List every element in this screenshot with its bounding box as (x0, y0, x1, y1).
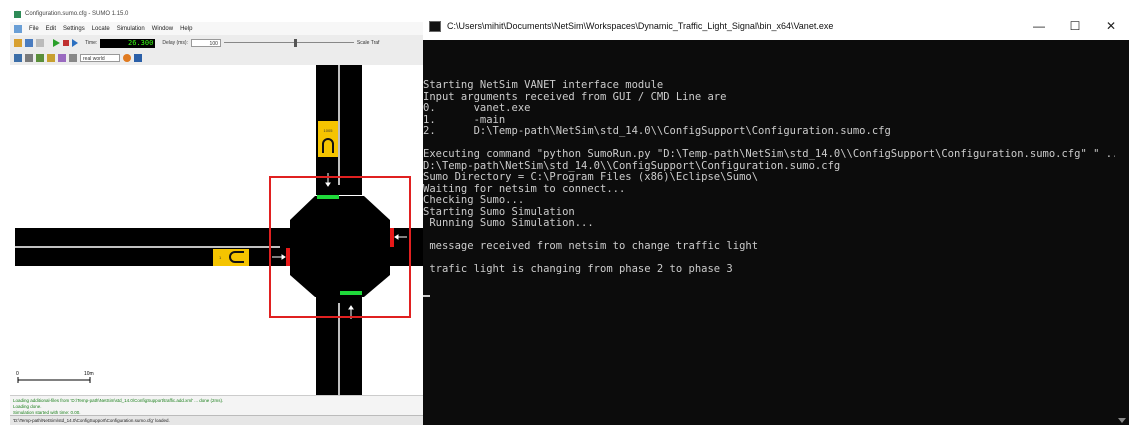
open-icon[interactable] (14, 39, 22, 47)
console-titlebar: C:\Users\mihit\Documents\NetSim\Workspac… (423, 12, 1129, 40)
settings-icon[interactable] (134, 54, 142, 62)
menu-help[interactable]: Help (180, 26, 192, 32)
console-scrollbar[interactable] (1115, 40, 1129, 425)
road-east (390, 228, 423, 266)
console-line: Starting NetSim VANET interface module (423, 79, 664, 91)
scale-bar-start: 0 (16, 371, 19, 377)
console-title: C:\Users\mihit\Documents\NetSim\Workspac… (447, 21, 834, 31)
menu-locate[interactable]: Locate (92, 26, 110, 32)
menu-window[interactable]: Window (152, 26, 173, 32)
console-line: message received from netsim to change t… (423, 240, 759, 252)
delay-slider-knob[interactable] (293, 39, 297, 47)
zoom-icon[interactable] (25, 54, 33, 62)
menu-edit[interactable]: Edit (46, 26, 56, 32)
close-button[interactable]: ✕ (1093, 12, 1129, 40)
junction[interactable] (290, 196, 390, 297)
console-line: Executing command "python SumoRun.py "D:… (423, 148, 1125, 160)
console-line: 0. vanet.exe (423, 102, 531, 114)
window-controls: — ☐ ✕ (1021, 12, 1129, 40)
locate-icon[interactable] (36, 54, 44, 62)
maximize-button[interactable]: ☐ (1057, 12, 1093, 40)
menu-simulation[interactable]: Simulation (117, 26, 145, 32)
menu-settings[interactable]: Settings (63, 26, 85, 32)
delay-slider[interactable] (223, 39, 354, 47)
edit-view-icon[interactable] (47, 54, 55, 62)
console-line: Running Sumo Simulation... (423, 217, 594, 229)
sumo-app-icon (14, 10, 21, 18)
play-icon[interactable] (53, 39, 60, 47)
cmd-icon (429, 20, 441, 32)
scroll-down-arrow-icon[interactable] (1118, 418, 1126, 423)
traffic-light-south[interactable] (340, 291, 362, 295)
minimize-button[interactable]: — (1021, 12, 1057, 40)
sumo-titlebar: Configuration.sumo.cfg - SUMO 1.15.0 (10, 6, 423, 22)
sumo-network-canvas[interactable]: 1005 1 0 10m (10, 65, 423, 395)
traffic-light-north[interactable] (317, 195, 339, 199)
reload-icon[interactable] (25, 39, 33, 47)
console-line: Checking Sumo... (423, 194, 525, 206)
screenshot-icon[interactable] (123, 54, 131, 62)
sumo-statusbar: 'D:\Temp-path\NetSim\std_14.0\ConfigSupp… (10, 415, 423, 425)
sumo-menu-icon (14, 24, 22, 33)
delay-label: Delay (ms): (162, 40, 188, 46)
console-line: trafic light is changing from phase 2 to… (423, 263, 733, 275)
console-cursor (423, 295, 430, 297)
console-line: Waiting for netsim to connect... (423, 182, 626, 195)
sumo-toolbar-simulation: Time: 26.300 Delay (ms): 100 Scale Traf (10, 35, 423, 51)
vehicle-north[interactable]: 1005 (318, 121, 338, 157)
console-window: C:\Users\mihit\Documents\NetSim\Workspac… (423, 12, 1129, 425)
time-label: Time: (85, 40, 98, 46)
console-line: Sumo Directory = C:\Program Files (x86)\… (423, 171, 759, 183)
menu-file[interactable]: File (29, 26, 39, 32)
vehicle-north-label: 1005 (324, 128, 334, 133)
scale-bar-end: 10m (84, 371, 94, 377)
stop-icon[interactable] (63, 40, 69, 46)
traffic-light-west[interactable] (286, 248, 290, 266)
console-line: 2. D:\Temp-path\NetSim\std_14.0\\ConfigS… (423, 125, 891, 137)
time-display: 26.300 (100, 38, 156, 48)
recenter-icon[interactable] (14, 54, 22, 62)
console-output[interactable]: Starting NetSim VANET interface module In… (423, 40, 1125, 425)
sumo-menubar: File Edit Settings Locate Simulation Win… (10, 22, 423, 35)
viewport-icon[interactable] (58, 54, 66, 62)
traffic-light-east[interactable] (390, 228, 394, 247)
color-scheme-select[interactable]: real world (80, 54, 120, 62)
select-icon[interactable] (69, 54, 77, 62)
sumo-window: Configuration.sumo.cfg - SUMO 1.15.0 Fil… (10, 6, 423, 425)
scale-traffic-label: Scale Traf (356, 40, 380, 46)
close-sim-icon[interactable] (36, 39, 44, 47)
vehicle-west[interactable]: 1 (213, 249, 249, 266)
step-icon[interactable] (72, 39, 78, 47)
delay-input[interactable]: 100 (190, 39, 221, 47)
sumo-toolbar-view: real world (10, 51, 423, 65)
sumo-title: Configuration.sumo.cfg - SUMO 1.15.0 (25, 11, 129, 17)
